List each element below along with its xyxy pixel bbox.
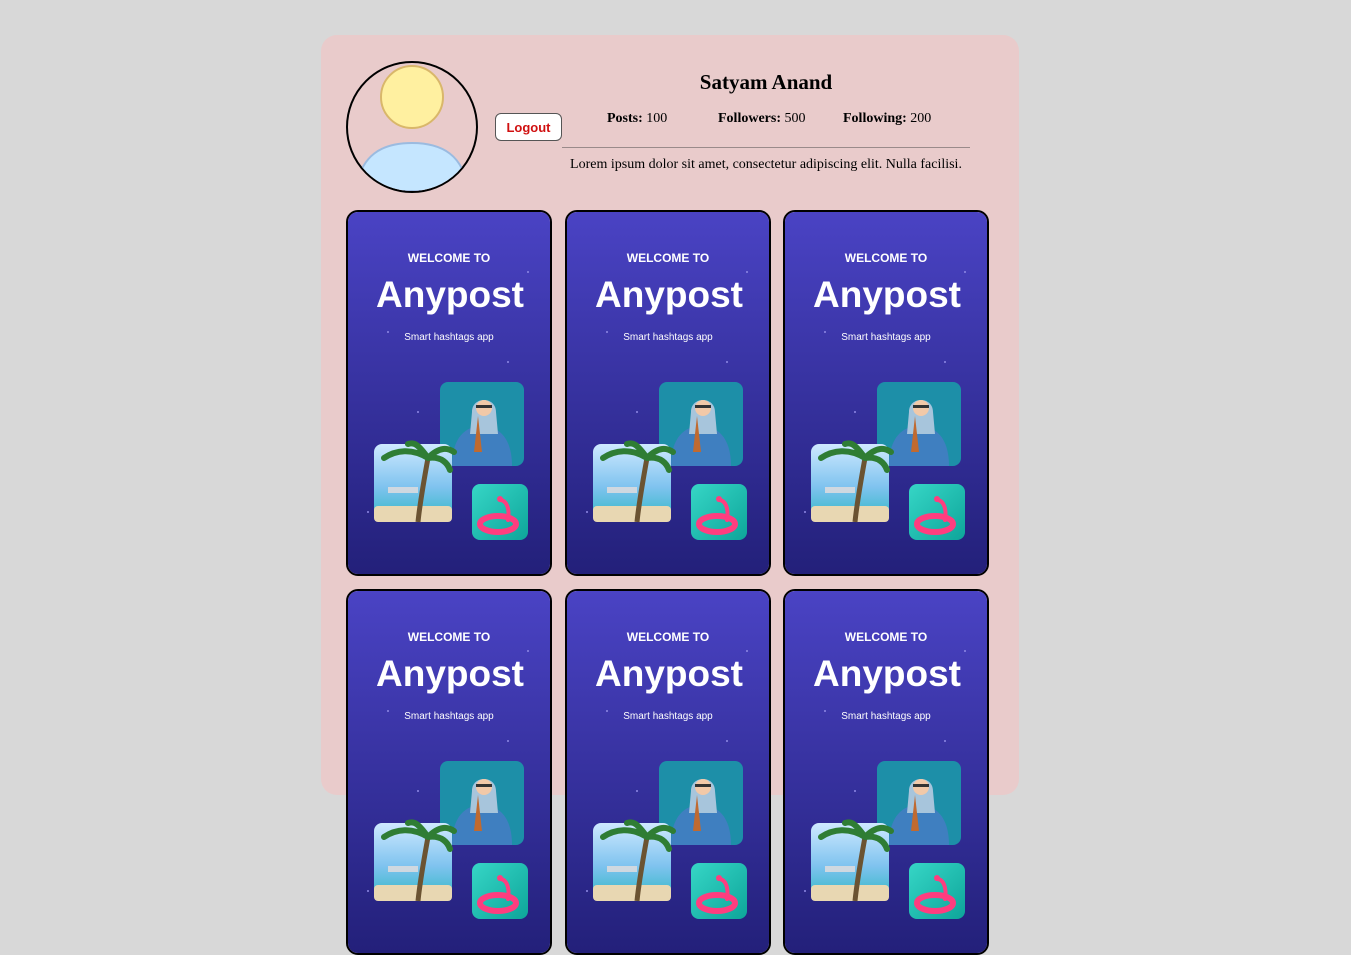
post-brand-text: Anypost xyxy=(813,653,961,694)
post-photo-beach xyxy=(811,819,894,902)
post-brand-text: Anypost xyxy=(376,653,524,694)
post-photo-beach xyxy=(374,819,457,902)
profile-bio: Lorem ipsum dolor sit amet, consectetur … xyxy=(570,157,962,172)
post-tile[interactable]: WELCOME TO Anypost Smart hashtags app xyxy=(565,589,771,955)
post-brand-text: Anypost xyxy=(376,274,524,315)
post-tile[interactable]: WELCOME TO Anypost Smart hashtags app xyxy=(783,589,989,955)
followers-label: Followers: xyxy=(718,111,781,126)
post-welcome-text: WELCOME TO xyxy=(408,630,490,644)
post-tagline-text: Smart hashtags app xyxy=(623,711,713,722)
post-image: WELCOME TO Anypost Smart hashtags app xyxy=(567,212,769,574)
post-welcome-text: WELCOME TO xyxy=(408,251,490,265)
post-tile[interactable]: WELCOME TO Anypost Smart hashtags app xyxy=(783,210,989,576)
posts-label: Posts: xyxy=(607,111,643,126)
post-tagline-text: Smart hashtags app xyxy=(841,711,931,722)
divider xyxy=(562,147,970,148)
post-brand-text: Anypost xyxy=(595,653,743,694)
post-photo-flamingo xyxy=(909,484,965,540)
post-image: WELCOME TO Anypost Smart hashtags app xyxy=(567,591,769,953)
post-image: WELCOME TO Anypost Smart hashtags app xyxy=(348,591,550,953)
post-tile[interactable]: WELCOME TO Anypost Smart hashtags app xyxy=(346,589,552,955)
post-image: WELCOME TO Anypost Smart hashtags app xyxy=(348,212,550,574)
post-photo-flamingo xyxy=(691,484,747,540)
post-photo-flamingo xyxy=(472,484,528,540)
post-welcome-text: WELCOME TO xyxy=(627,251,709,265)
post-tagline-text: Smart hashtags app xyxy=(404,711,494,722)
post-welcome-text: WELCOME TO xyxy=(845,630,927,644)
posts-stat: Posts: 100 xyxy=(607,111,667,127)
logout-button[interactable]: Logout xyxy=(495,113,562,141)
profile-card: Logout Satyam Anand Posts: 100 Followers… xyxy=(321,35,1019,955)
post-tile[interactable]: WELCOME TO Anypost Smart hashtags app xyxy=(565,210,771,576)
post-welcome-text: WELCOME TO xyxy=(627,630,709,644)
post-brand-text: Anypost xyxy=(813,274,961,315)
profile-name: Satyam Anand xyxy=(699,70,833,94)
following-count: 200 xyxy=(910,111,932,126)
post-photo-flamingo xyxy=(472,863,528,919)
followers-count: 500 xyxy=(784,111,806,126)
post-photo-beach xyxy=(593,440,676,523)
following-stat[interactable]: Following: 200 xyxy=(843,111,931,127)
post-tagline-text: Smart hashtags app xyxy=(404,332,494,343)
post-photo-flamingo xyxy=(909,863,965,919)
post-photo-flamingo xyxy=(691,863,747,919)
post-image: WELCOME TO Anypost Smart hashtags app xyxy=(785,212,987,574)
post-photo-beach xyxy=(374,440,457,523)
post-photo-beach xyxy=(811,440,894,523)
followers-stat[interactable]: Followers: 500 xyxy=(718,111,805,127)
post-brand-text: Anypost xyxy=(595,274,743,315)
posts-count: 100 xyxy=(646,111,668,126)
post-tile[interactable]: WELCOME TO Anypost Smart hashtags app xyxy=(346,210,552,576)
avatar[interactable] xyxy=(346,61,478,193)
post-photo-beach xyxy=(593,819,676,902)
post-image: WELCOME TO Anypost Smart hashtags app xyxy=(785,591,987,953)
post-tagline-text: Smart hashtags app xyxy=(841,332,931,343)
avatar-person-icon xyxy=(354,65,470,191)
post-tagline-text: Smart hashtags app xyxy=(623,332,713,343)
following-label: Following: xyxy=(843,111,907,126)
post-welcome-text: WELCOME TO xyxy=(845,251,927,265)
